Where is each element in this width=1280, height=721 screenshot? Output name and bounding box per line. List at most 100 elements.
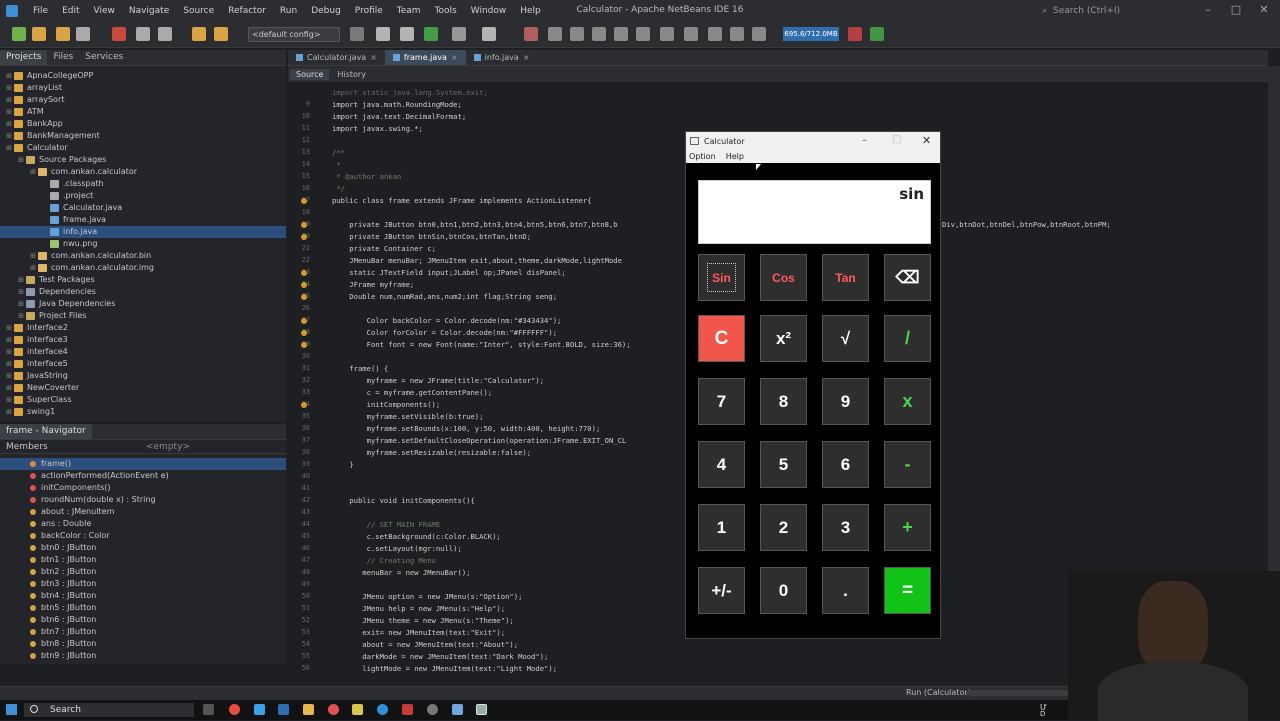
expand-icon[interactable]: ⊞ <box>16 154 26 166</box>
calc-button[interactable]: 9 <box>822 378 869 425</box>
expand-icon[interactable]: ⊞ <box>4 406 14 418</box>
close-button[interactable]: ✕ <box>1256 3 1272 19</box>
expand-icon[interactable]: ⊞ <box>16 286 26 298</box>
menu-option[interactable]: Option <box>689 150 716 163</box>
save-icon[interactable] <box>76 27 90 41</box>
menu-view[interactable]: View <box>87 6 122 16</box>
tree-item[interactable]: ⊞ Test Packages <box>0 274 286 286</box>
profile-icon[interactable] <box>482 27 496 41</box>
member-item[interactable]: backColor : Color <box>0 530 286 542</box>
member-item[interactable]: btn3 : JButton <box>0 578 286 590</box>
expand-icon[interactable]: ⊞ <box>4 382 14 394</box>
close-tab-icon[interactable]: × <box>370 53 377 62</box>
member-item[interactable]: roundNum(double x) : String <box>0 494 286 506</box>
tree-item[interactable]: ⊞ NewCoverter <box>0 382 286 394</box>
calc-button[interactable]: 1 <box>698 504 745 551</box>
app-icon-red[interactable] <box>402 704 413 715</box>
calculator-display[interactable]: sin <box>698 180 931 244</box>
calc-button[interactable]: 6 <box>822 441 869 488</box>
calc-button[interactable]: Tan <box>822 254 869 301</box>
expand-icon[interactable]: ⊞ <box>28 250 38 262</box>
tree-item[interactable]: nwu.png <box>0 238 286 250</box>
expand-icon[interactable]: ⊞ <box>4 70 14 82</box>
tree-item[interactable]: ⊞ com.ankan.calculator <box>0 166 286 178</box>
menu-source[interactable]: Source <box>176 6 221 16</box>
tree-item[interactable]: ⊞ com.ankan.calculator.img <box>0 262 286 274</box>
calc-button[interactable]: / <box>884 315 931 362</box>
tree-item[interactable]: ⊞ com.ankan.calculator.bin <box>0 250 286 262</box>
cut-icon[interactable] <box>112 27 126 41</box>
member-item[interactable]: btn0 : JButton <box>0 542 286 554</box>
memory-indicator[interactable]: 695.6/712.0MB <box>783 27 839 41</box>
tree-item[interactable]: ⊞ BankManagement <box>0 130 286 142</box>
chrome-icon[interactable] <box>229 704 240 715</box>
member-item[interactable]: btn7 : JButton <box>0 626 286 638</box>
tree-item[interactable]: ⊞ ApnaCollegeOPP <box>0 70 286 82</box>
tab-projects[interactable]: Projects <box>0 50 48 65</box>
calc-button[interactable]: C <box>698 315 745 362</box>
member-item[interactable]: btn4 : JButton <box>0 590 286 602</box>
menu-edit[interactable]: Edit <box>55 6 86 16</box>
tree-item[interactable]: ⊞ ATM <box>0 106 286 118</box>
calc-button[interactable]: +/- <box>698 567 745 614</box>
undo-icon[interactable] <box>192 27 206 41</box>
members-filter[interactable]: <empty> <box>146 442 190 452</box>
tab-files[interactable]: Files <box>47 50 79 65</box>
gc-icon[interactable] <box>848 27 862 41</box>
editor-tab[interactable]: info.java × <box>466 50 538 65</box>
expand-icon[interactable]: ⊞ <box>28 262 38 274</box>
copy-icon[interactable] <box>136 27 150 41</box>
menu-tools[interactable]: Tools <box>428 6 464 16</box>
calc-button[interactable]: 2 <box>760 504 807 551</box>
expand-icon[interactable]: ⊞ <box>4 322 14 334</box>
notes-icon[interactable] <box>352 704 363 715</box>
member-item[interactable]: ans : Double <box>0 518 286 530</box>
build-icon[interactable] <box>350 27 364 41</box>
member-item[interactable]: about : JMenuItem <box>0 506 286 518</box>
file-explorer-icon[interactable] <box>303 704 314 715</box>
expand-icon[interactable]: ⊞ <box>4 370 14 382</box>
editor-tab[interactable]: Calculator.java × <box>288 50 385 65</box>
store-icon[interactable] <box>278 704 289 715</box>
menu-profile[interactable]: Profile <box>348 6 390 16</box>
expand-icon[interactable]: ⊞ <box>4 346 14 358</box>
calc-button[interactable]: ⌫ <box>884 254 931 301</box>
member-item[interactable]: frame() <box>0 458 286 470</box>
tree-item[interactable]: ⊞ Calculator <box>0 142 286 154</box>
calc-close-button[interactable]: ✕ <box>922 134 931 147</box>
java-icon[interactable] <box>452 704 463 715</box>
vscode-icon[interactable] <box>377 704 388 715</box>
calc-button[interactable]: 4 <box>698 441 745 488</box>
profiler-icon[interactable] <box>870 27 884 41</box>
menu-help[interactable]: Help <box>726 150 744 163</box>
calc-button[interactable]: x² <box>760 315 807 362</box>
ide-search[interactable]: ⌕ Search (Ctrl+I) <box>1042 4 1192 18</box>
tool-b-icon[interactable] <box>548 27 562 41</box>
expand-icon[interactable]: ⊞ <box>16 274 26 286</box>
member-item[interactable]: actionPerformed(ActionEvent e) <box>0 470 286 482</box>
member-item[interactable]: btn9 : JButton <box>0 650 286 662</box>
menu-team[interactable]: Team <box>390 6 428 16</box>
expand-icon[interactable]: ⊞ <box>4 94 14 106</box>
search-input[interactable]: Search (Ctrl+I) <box>1053 6 1120 16</box>
expand-icon[interactable]: ⊞ <box>4 106 14 118</box>
menu-debug[interactable]: Debug <box>304 6 348 16</box>
tool-g-icon[interactable] <box>660 27 674 41</box>
settings-icon[interactable] <box>427 704 438 715</box>
close-tab-icon[interactable]: × <box>451 53 458 62</box>
menu-refactor[interactable]: Refactor <box>221 6 273 16</box>
run-status[interactable]: Run (Calculator) <box>906 688 971 697</box>
open-icon[interactable] <box>56 27 70 41</box>
new-file-icon[interactable] <box>32 27 46 41</box>
tool-i-icon[interactable] <box>708 27 722 41</box>
browser-icon[interactable] <box>328 704 339 715</box>
tab-source[interactable]: Source <box>290 68 330 80</box>
tree-item[interactable]: ⊞ Project Files <box>0 310 286 322</box>
tool-d-icon[interactable] <box>592 27 606 41</box>
tree-item[interactable]: ⊞ swing1 <box>0 406 286 418</box>
tool-a-icon[interactable] <box>524 27 538 41</box>
tree-item[interactable]: ⊞ Source Packages <box>0 154 286 166</box>
tool-j-icon[interactable] <box>730 27 744 41</box>
calc-button[interactable]: 0 <box>760 567 807 614</box>
tree-item[interactable]: ⊞ BankApp <box>0 118 286 130</box>
